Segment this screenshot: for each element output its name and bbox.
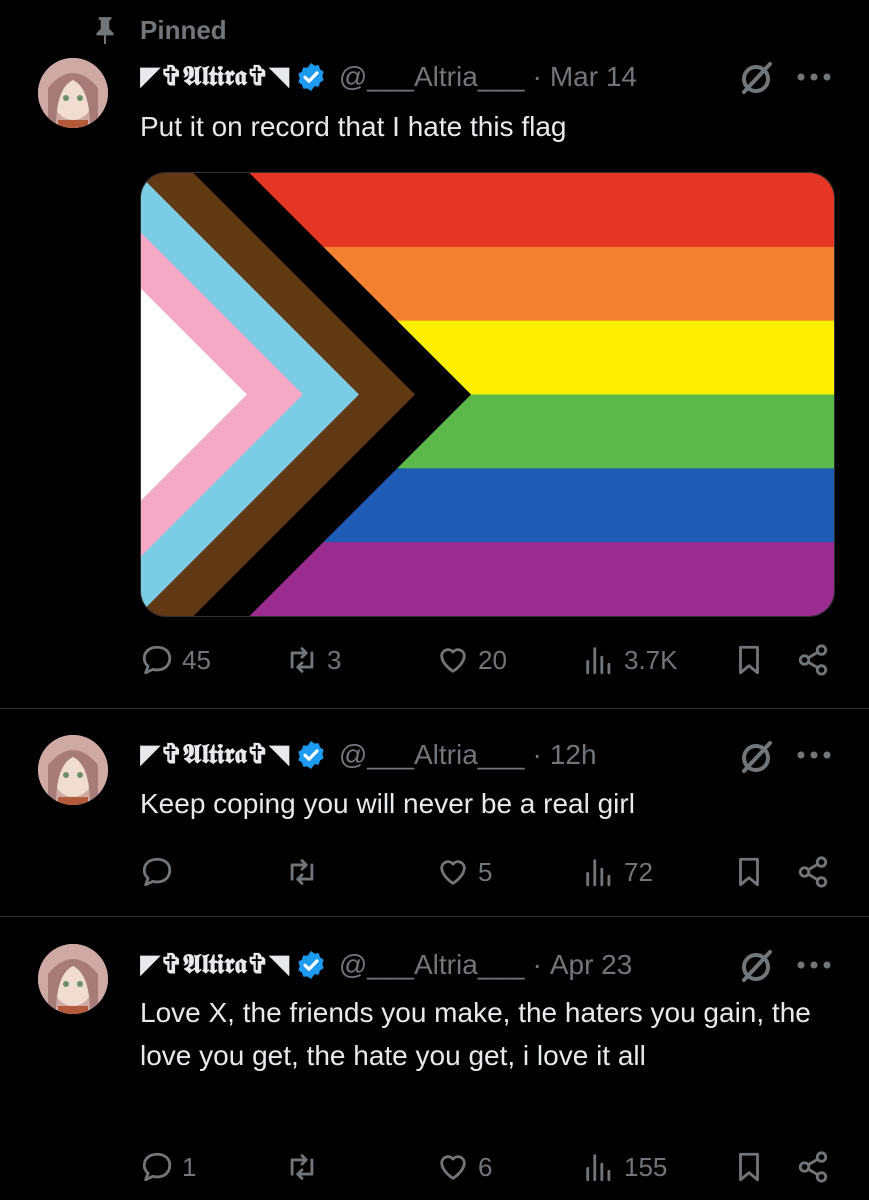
bookmark-icon (739, 1152, 759, 1182)
separator-dot: · (532, 739, 542, 770)
avatar[interactable] (38, 735, 108, 805)
more-options-icon[interactable] (796, 72, 832, 82)
separator-dot: · (532, 949, 542, 980)
avatar-image (38, 944, 108, 1014)
more-options-icon[interactable] (796, 750, 832, 760)
bookmark-icon (739, 857, 759, 887)
share-button[interactable] (796, 852, 830, 892)
tweet-image-progress-pride-flag[interactable] (140, 172, 835, 617)
views-icon (586, 1154, 611, 1182)
reply-button[interactable]: 1 (140, 1147, 196, 1187)
repost-icon (290, 647, 314, 673)
repost-count: 3 (327, 644, 342, 675)
more-options-icon[interactable] (796, 960, 832, 970)
handle[interactable]: @___Altria___ (339, 61, 525, 93)
heart-icon (440, 1155, 466, 1180)
repost-button[interactable] (285, 852, 327, 892)
tweet-divider (0, 916, 869, 917)
view-count: 72 (624, 856, 653, 887)
tweet-header: ◤✞𝕬𝖑𝖙𝖎𝖗𝖆✞◥ @___Altria___ · 12h (140, 735, 597, 775)
reply-icon (142, 1152, 172, 1182)
grok-icon[interactable] (736, 737, 776, 777)
handle[interactable]: @___Altria___ (339, 739, 525, 771)
bookmark-button[interactable] (732, 1147, 766, 1187)
heart-icon (440, 648, 466, 673)
bookmark-icon (739, 645, 759, 675)
avatar[interactable] (38, 58, 108, 128)
repost-icon (290, 1154, 314, 1180)
like-button[interactable]: 5 (436, 852, 492, 892)
timestamp[interactable]: Mar 14 (550, 61, 637, 93)
display-name[interactable]: ◤✞𝕬𝖑𝖙𝖎𝖗𝖆✞◥ (140, 739, 289, 771)
tweet-text: Keep coping you will never be a real gir… (140, 788, 635, 819)
tweet-header: ◤✞𝕬𝖑𝖙𝖎𝖗𝖆✞◥ @___Altria___ · Mar 14 (140, 57, 637, 97)
timestamp[interactable]: Apr 23 (550, 949, 633, 981)
tweet-actions: 1 6 155 (140, 1147, 840, 1187)
views-icon (586, 647, 611, 675)
avatar-image (38, 735, 108, 805)
reply-count: 1 (182, 1151, 197, 1182)
tweet-actions: 5 72 (140, 852, 840, 892)
avatar[interactable] (38, 944, 108, 1014)
timestamp[interactable]: 12h (550, 739, 597, 771)
like-count: 6 (478, 1151, 493, 1182)
views-button[interactable]: 3.7K (582, 640, 678, 680)
views-button[interactable]: 72 (582, 852, 653, 892)
avatar-image (38, 58, 108, 128)
like-button[interactable]: 6 (436, 1147, 492, 1187)
verified-badge-icon[interactable] (295, 739, 327, 771)
like-button[interactable]: 20 (436, 640, 507, 680)
share-icon (798, 1151, 828, 1183)
tweet-actions: 45 3 20 3.7K (140, 640, 840, 680)
share-icon (798, 856, 828, 888)
views-icon (586, 859, 611, 887)
grok-icon[interactable] (736, 58, 776, 98)
reply-count: 45 (182, 644, 211, 675)
tweet-header: ◤✞𝕬𝖑𝖙𝖎𝖗𝖆✞◥ @___Altria___ · Apr 23 (140, 945, 632, 985)
repost-button[interactable] (285, 1147, 327, 1187)
flag-graphic (141, 173, 834, 616)
view-count: 3.7K (624, 644, 678, 675)
share-button[interactable] (796, 1147, 830, 1187)
like-count: 20 (478, 644, 507, 675)
tweet-text: Put it on record that I hate this flag (140, 111, 567, 142)
grok-icon[interactable] (736, 946, 776, 986)
bookmark-button[interactable] (732, 852, 766, 892)
handle[interactable]: @___Altria___ (339, 949, 525, 981)
share-icon (798, 644, 828, 676)
pin-icon (96, 17, 114, 44)
verified-badge-icon[interactable] (295, 61, 327, 93)
reply-icon (142, 857, 172, 887)
reply-icon (142, 645, 172, 675)
view-count: 155 (624, 1151, 668, 1182)
views-button[interactable]: 155 (582, 1147, 667, 1187)
repost-icon (290, 859, 314, 885)
tweet-text: Love X, the friends you make, the haters… (140, 997, 811, 1071)
reply-button[interactable]: 45 (140, 640, 211, 680)
verified-badge-icon[interactable] (295, 949, 327, 981)
share-button[interactable] (796, 640, 830, 680)
bookmark-button[interactable] (732, 640, 766, 680)
pinned-indicator: Pinned (92, 14, 227, 46)
pinned-label: Pinned (140, 14, 227, 45)
separator-dot: · (532, 61, 542, 92)
like-count: 5 (478, 856, 493, 887)
display-name[interactable]: ◤✞𝕬𝖑𝖙𝖎𝖗𝖆✞◥ (140, 61, 289, 93)
repost-button[interactable]: 3 (285, 640, 341, 680)
display-name[interactable]: ◤✞𝕬𝖑𝖙𝖎𝖗𝖆✞◥ (140, 949, 289, 981)
reply-button[interactable] (140, 852, 182, 892)
tweet-divider (0, 708, 869, 709)
heart-icon (440, 860, 466, 885)
